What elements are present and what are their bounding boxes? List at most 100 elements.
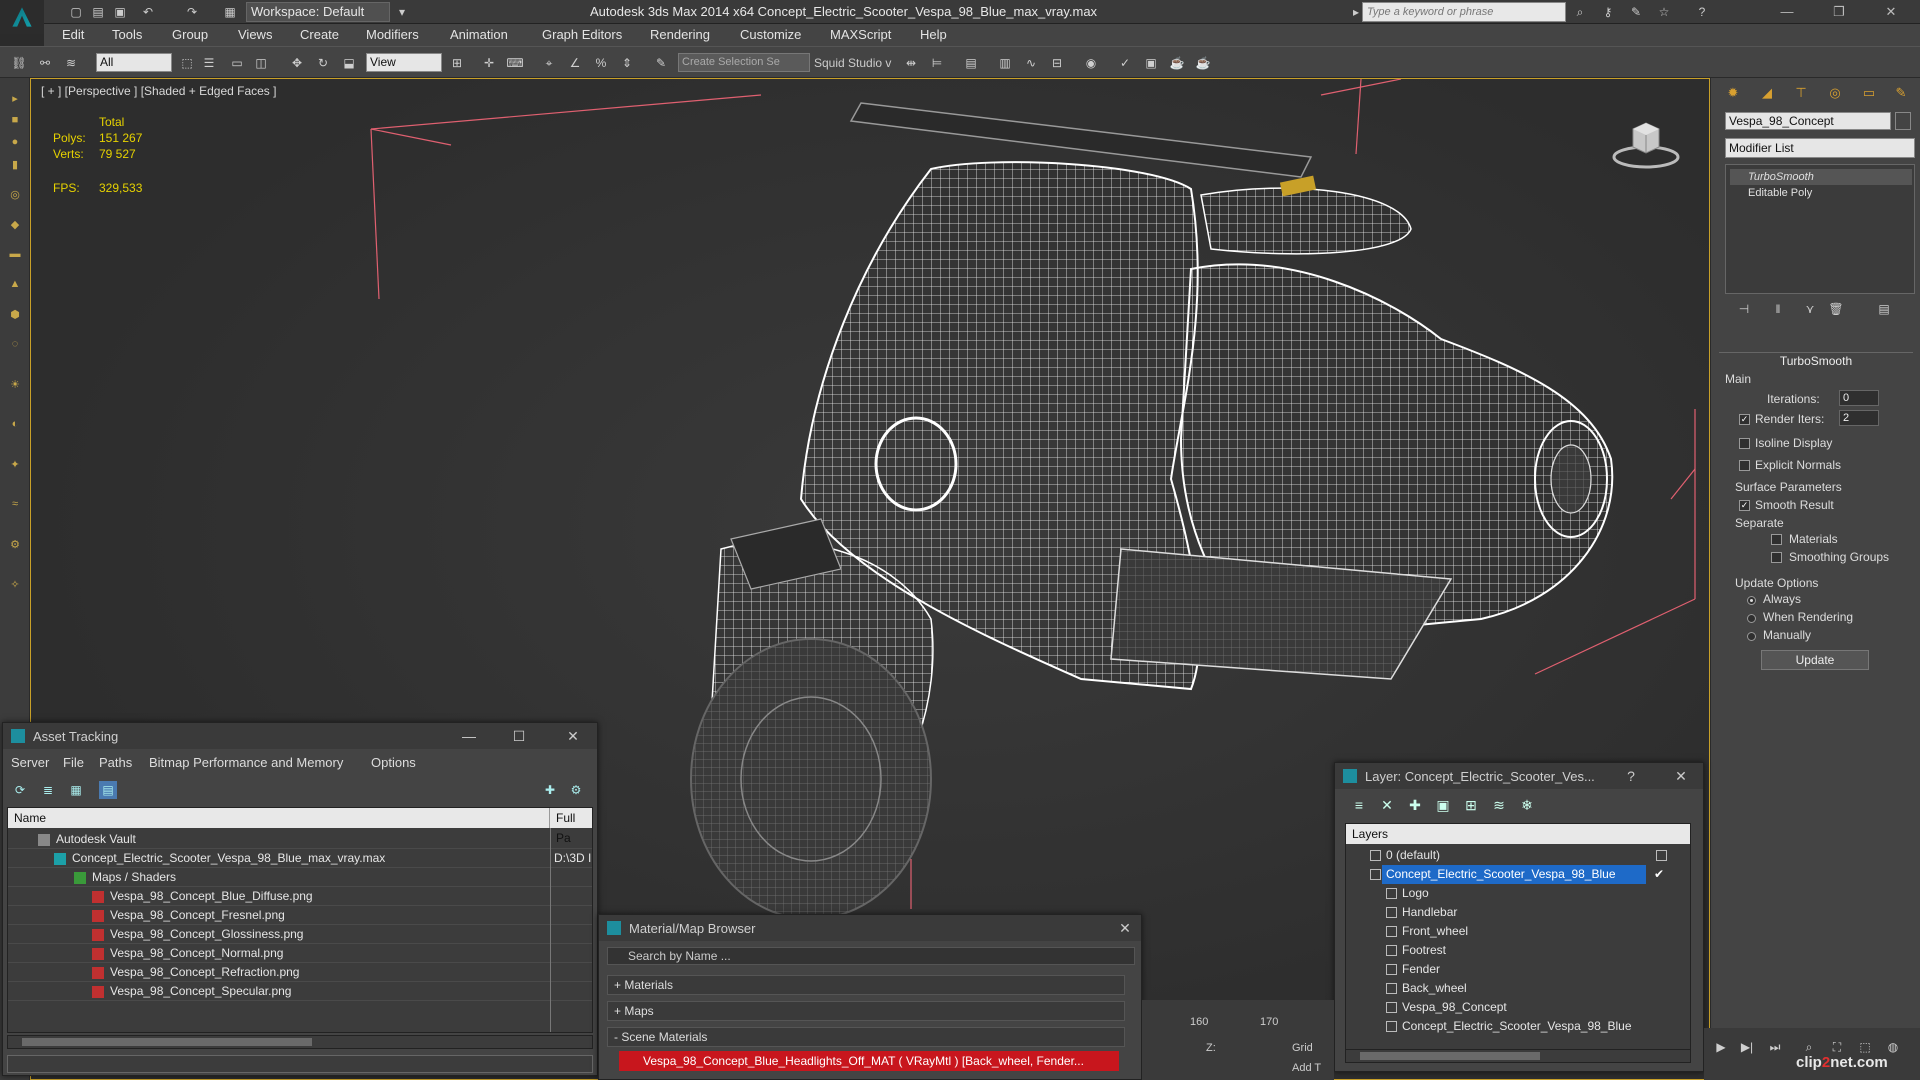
object-name-field[interactable]: Vespa_98_Concept: [1725, 112, 1891, 130]
percent-snap-icon[interactable]: %: [592, 54, 610, 72]
minimize-icon[interactable]: —: [1770, 2, 1804, 22]
list-item[interactable]: Concept_Electric_Scooter_Vespa_98_Blue ✔: [1346, 865, 1690, 884]
layer-dialog-titlebar[interactable]: Layer: Concept_Electric_Scooter_Ves... ?…: [1335, 763, 1703, 789]
list-item[interactable]: Concept_Electric_Scooter_Vespa_98_Blue: [1346, 1017, 1690, 1036]
favorites-star-icon[interactable]: ☆: [1656, 4, 1672, 20]
app-logo-icon[interactable]: [0, 0, 44, 34]
help-icon[interactable]: ?: [1694, 4, 1710, 20]
teapot-icon[interactable]: ◆: [6, 218, 24, 234]
turbosmooth-rollout-title[interactable]: TurboSmooth: [1719, 352, 1913, 368]
selection-region-icon[interactable]: ▭: [228, 54, 246, 72]
light-icon[interactable]: ☀: [6, 378, 24, 394]
key-icon[interactable]: ⚷: [1600, 4, 1616, 20]
render-iters-checkbox[interactable]: ✓: [1739, 414, 1750, 425]
table-row[interactable]: Maps / Shaders: [8, 868, 592, 887]
move-icon[interactable]: ✥: [288, 54, 306, 72]
material-browser-titlebar[interactable]: Material/Map Browser ✕: [599, 915, 1141, 941]
materials-checkbox[interactable]: [1771, 534, 1782, 545]
select-by-name-icon[interactable]: ☰: [200, 54, 218, 72]
hierarchy-tab-icon[interactable]: ⊤: [1789, 82, 1813, 104]
smooth-result-checkbox[interactable]: ✓: [1739, 500, 1750, 511]
create-tab-icon[interactable]: ✹: [1721, 82, 1745, 104]
maximize-icon[interactable]: ☐: [509, 727, 529, 745]
keyboard-shortcut-icon[interactable]: ⌨: [506, 54, 524, 72]
selection-filter-dropdown[interactable]: All: [96, 53, 172, 72]
hide-all-icon[interactable]: ≋: [1489, 795, 1509, 815]
column-header-full-path[interactable]: Full Pa: [550, 808, 592, 845]
graphite-ribbon-icon[interactable]: ▥: [996, 54, 1014, 72]
refresh-icon[interactable]: ⟳: [11, 781, 29, 799]
show-end-result-icon[interactable]: ‖: [1769, 300, 1787, 318]
camera-icon[interactable]: ◐: [6, 418, 24, 434]
always-radio[interactable]: [1747, 596, 1756, 605]
explicit-normals-checkbox[interactable]: [1739, 460, 1750, 471]
thumbnail-view-icon[interactable]: ▦: [67, 781, 85, 799]
menu-rendering[interactable]: Rendering: [650, 27, 710, 42]
table-row[interactable]: Vespa_98_Concept_Glossiness.png: [8, 925, 592, 944]
plane-icon[interactable]: ▬: [6, 248, 24, 264]
go-to-end-icon[interactable]: ⏭: [1766, 1038, 1784, 1056]
list-item[interactable]: Handlebar: [1346, 903, 1690, 922]
add-to-layer-icon[interactable]: ✚: [1405, 795, 1425, 815]
sphere-icon[interactable]: ●: [6, 136, 24, 152]
table-row[interactable]: Vespa_98_Concept_Normal.png: [8, 944, 592, 963]
maps-group[interactable]: + Maps: [607, 1001, 1125, 1021]
workspace-dropdown[interactable]: Workspace: Default: [246, 2, 390, 22]
scale-icon[interactable]: ⬓: [340, 54, 358, 72]
material-search-input[interactable]: Search by Name ...: [607, 947, 1135, 965]
edit-named-selection-icon[interactable]: ✎: [652, 54, 670, 72]
close-icon[interactable]: ✕: [1671, 767, 1691, 785]
select-object-icon[interactable]: ⬚: [178, 54, 196, 72]
list-item[interactable]: Logo: [1346, 884, 1690, 903]
freeze-all-icon[interactable]: ❄: [1517, 795, 1537, 815]
select-layers-icon[interactable]: ⊞: [1461, 795, 1481, 815]
undo-icon[interactable]: ↶: [140, 4, 156, 20]
table-view-icon[interactable]: ▤: [99, 781, 117, 799]
open-file-icon[interactable]: ▤: [90, 4, 106, 20]
configure-modifier-sets-icon[interactable]: ▤: [1875, 300, 1893, 318]
list-item[interactable]: Vespa_98_Concept: [1346, 998, 1690, 1017]
add-time-tag-label[interactable]: Add T: [1292, 1062, 1321, 1074]
make-unique-icon[interactable]: ⋎: [1801, 300, 1819, 318]
menu-server[interactable]: Server: [11, 755, 49, 770]
create-layer-icon[interactable]: ≡: [1349, 795, 1369, 815]
iterations-spinner[interactable]: 0: [1839, 390, 1879, 406]
torus-icon[interactable]: ◎: [6, 188, 24, 204]
object-color-swatch[interactable]: [1895, 112, 1911, 130]
list-item[interactable]: 0 (default): [1346, 846, 1690, 865]
pivot-center-icon[interactable]: ⊞: [448, 54, 466, 72]
window-crossing-icon[interactable]: ◫: [252, 54, 270, 72]
table-row[interactable]: Autodesk Vault: [8, 830, 592, 849]
smoothing-groups-checkbox[interactable]: [1771, 552, 1782, 563]
menu-bitmap-performance[interactable]: Bitmap Performance and Memory: [149, 755, 343, 770]
modifier-list-dropdown[interactable]: Modifier List: [1725, 138, 1915, 158]
systems-icon[interactable]: ⚙: [6, 538, 24, 554]
render-iters-spinner[interactable]: 2: [1839, 410, 1879, 426]
search-input[interactable]: Type a keyword or phrase: [1362, 2, 1566, 22]
schematic-view-icon[interactable]: ⊟: [1048, 54, 1066, 72]
menu-tools[interactable]: Tools: [112, 27, 142, 42]
pin-stack-icon[interactable]: ⊣: [1735, 300, 1753, 318]
tube-icon[interactable]: ◌: [6, 338, 24, 354]
material-editor-icon[interactable]: ◉: [1082, 54, 1100, 72]
restore-icon[interactable]: ❐: [1822, 2, 1856, 22]
menu-file[interactable]: File: [63, 755, 84, 770]
menu-paths[interactable]: Paths: [99, 755, 132, 770]
vault-settings-icon[interactable]: ⚙: [567, 781, 585, 799]
mirror-icon[interactable]: ⇹: [902, 54, 920, 72]
snaps-toggle-icon[interactable]: ⌖: [540, 54, 558, 72]
layer-manager-icon[interactable]: ▤: [962, 54, 980, 72]
menu-customize[interactable]: Customize: [740, 27, 801, 42]
project-folder-icon[interactable]: ▦: [222, 4, 238, 20]
select-objects-icon[interactable]: ▣: [1433, 795, 1453, 815]
remove-modifier-icon[interactable]: 🗑: [1827, 300, 1845, 318]
geosphere-icon[interactable]: ⬢: [6, 308, 24, 324]
table-row[interactable]: Concept_Electric_Scooter_Vespa_98_Blue_m…: [8, 849, 592, 868]
squid-studio-label[interactable]: Squid Studio v: [814, 56, 891, 70]
close-icon[interactable]: ✕: [563, 727, 583, 745]
render-setup-icon[interactable]: ✓: [1116, 54, 1134, 72]
menu-group[interactable]: Group: [172, 27, 208, 42]
display-tab-icon[interactable]: ▭: [1857, 82, 1881, 104]
redo-icon[interactable]: ↷: [184, 4, 200, 20]
binoculars-icon[interactable]: ⌕: [1572, 4, 1588, 20]
